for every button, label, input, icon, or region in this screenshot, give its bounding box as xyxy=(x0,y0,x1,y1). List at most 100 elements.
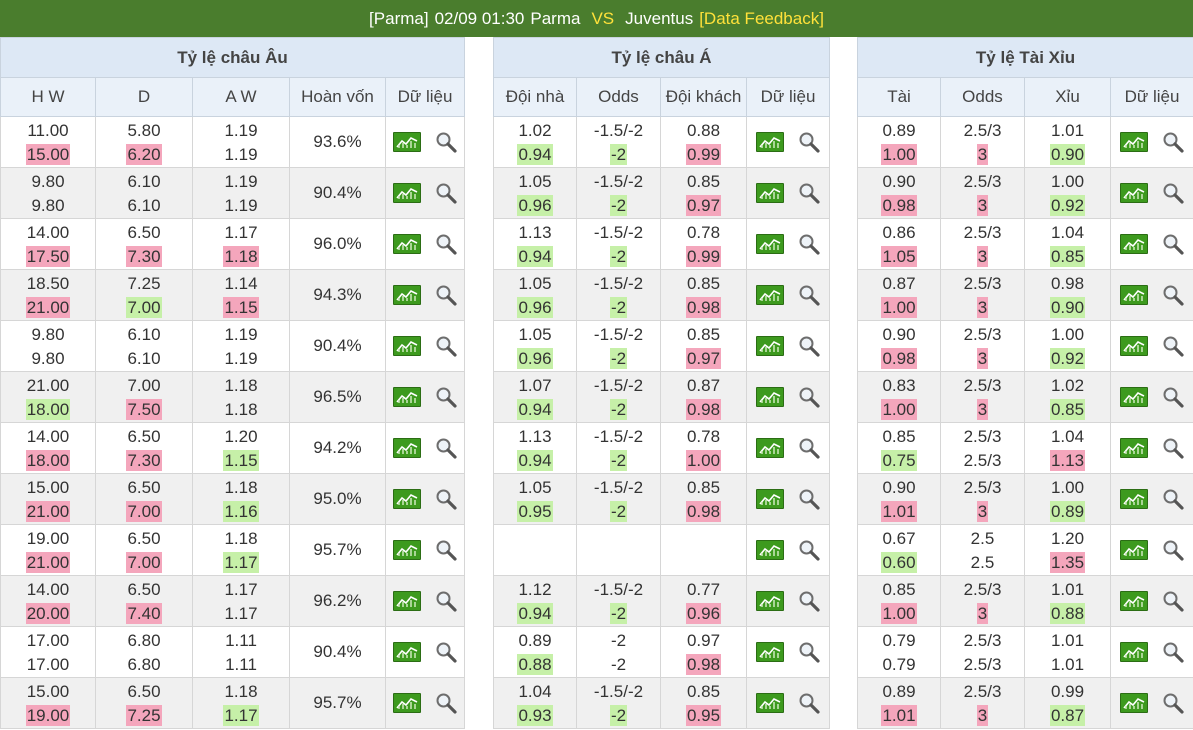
away-odds-cell: 0.85 0.97 xyxy=(660,320,747,372)
magnifier-icon[interactable] xyxy=(435,539,457,561)
data-feedback-link[interactable]: [Data Feedback] xyxy=(699,9,824,29)
draw-cell: 6.80 6.80 xyxy=(95,626,193,678)
data-tools-cell xyxy=(745,473,831,525)
magnifier-icon[interactable] xyxy=(435,233,457,255)
magnifier-icon[interactable] xyxy=(798,233,820,255)
chart-icon[interactable] xyxy=(393,285,422,305)
chart-icon[interactable] xyxy=(1120,183,1148,203)
home-win-open: 9.80 xyxy=(31,324,65,344)
return-rate: 90.4% xyxy=(289,320,386,372)
magnifier-icon[interactable] xyxy=(1162,335,1184,357)
home-odds-open: 1.07 xyxy=(518,375,552,395)
chart-icon[interactable] xyxy=(1120,285,1148,305)
magnifier-icon[interactable] xyxy=(1162,692,1184,714)
handicap-cell xyxy=(576,524,661,576)
magnifier-icon[interactable] xyxy=(435,437,457,459)
chart-icon[interactable] xyxy=(756,285,784,305)
magnifier-icon[interactable] xyxy=(1162,488,1184,510)
magnifier-icon[interactable] xyxy=(798,590,820,612)
chart-icon[interactable] xyxy=(1120,234,1148,254)
chart-icon[interactable] xyxy=(393,183,422,203)
over-odds-open: 0.85 xyxy=(882,579,916,599)
chart-icon[interactable] xyxy=(393,642,422,662)
chart-icon[interactable] xyxy=(756,387,784,407)
magnifier-icon[interactable] xyxy=(1162,386,1184,408)
chart-icon[interactable] xyxy=(393,591,422,611)
chart-icon[interactable] xyxy=(1120,132,1148,152)
chart-icon[interactable] xyxy=(756,693,784,713)
total-line-cell: 2.5/3 3 xyxy=(940,269,1025,321)
chart-icon[interactable] xyxy=(756,591,784,611)
chart-icon[interactable] xyxy=(756,642,784,662)
magnifier-icon[interactable] xyxy=(435,692,457,714)
magnifier-icon[interactable] xyxy=(435,488,457,510)
overunder-col-header: Xỉu xyxy=(1024,77,1111,117)
chart-icon[interactable] xyxy=(1120,336,1148,356)
magnifier-icon[interactable] xyxy=(435,335,457,357)
chart-icon[interactable] xyxy=(393,387,422,407)
away-win-cell: 1.18 1.17 xyxy=(192,677,290,729)
magnifier-icon[interactable] xyxy=(1162,233,1184,255)
home-win-current: 9.80 xyxy=(31,195,65,215)
chart-icon[interactable] xyxy=(756,132,784,152)
chart-icon[interactable] xyxy=(756,336,784,356)
chart-icon[interactable] xyxy=(756,234,784,254)
magnifier-icon[interactable] xyxy=(798,692,820,714)
home-win-open: 17.00 xyxy=(26,630,70,650)
total-line-cell: 2.5/3 3 xyxy=(940,677,1025,729)
away-win-cell: 1.18 1.17 xyxy=(192,524,290,576)
magnifier-icon[interactable] xyxy=(798,131,820,153)
magnifier-icon[interactable] xyxy=(435,590,457,612)
magnifier-icon[interactable] xyxy=(435,284,457,306)
magnifier-icon[interactable] xyxy=(798,641,820,663)
table-row: 1.05 0.96 -1.5/-2 -2 0.85 0.97 xyxy=(493,167,831,219)
chart-icon[interactable] xyxy=(756,438,784,458)
chart-icon[interactable] xyxy=(393,234,422,254)
chart-icon[interactable] xyxy=(393,693,422,713)
table-row: 1.05 0.96 -1.5/-2 -2 0.85 0.98 xyxy=(493,269,831,321)
chart-icon[interactable] xyxy=(1120,540,1148,560)
magnifier-icon[interactable] xyxy=(798,182,820,204)
magnifier-icon[interactable] xyxy=(1162,131,1184,153)
magnifier-icon[interactable] xyxy=(1162,590,1184,612)
chart-icon[interactable] xyxy=(1120,591,1148,611)
magnifier-icon[interactable] xyxy=(435,641,457,663)
draw-open: 6.50 xyxy=(127,681,161,701)
magnifier-icon[interactable] xyxy=(798,437,820,459)
magnifier-icon[interactable] xyxy=(798,488,820,510)
magnifier-icon[interactable] xyxy=(1162,182,1184,204)
total-line-current: 2.5/3 xyxy=(963,450,1002,470)
overunder-col-header: Odds xyxy=(940,77,1025,117)
chart-icon[interactable] xyxy=(1120,489,1148,509)
chart-icon[interactable] xyxy=(393,336,422,356)
chart-icon[interactable] xyxy=(1120,642,1148,662)
magnifier-icon[interactable] xyxy=(435,131,457,153)
chart-icon[interactable] xyxy=(1120,387,1148,407)
chart-icon[interactable] xyxy=(756,183,784,203)
league-label[interactable]: [Parma] xyxy=(369,9,429,29)
magnifier-icon[interactable] xyxy=(798,284,820,306)
chart-icon[interactable] xyxy=(1120,693,1148,713)
magnifier-icon[interactable] xyxy=(1162,284,1184,306)
handicap-open: -1.5/-2 xyxy=(593,171,644,191)
chart-icon[interactable] xyxy=(756,540,784,560)
under-odds-current: 1.13 xyxy=(1049,449,1086,471)
magnifier-icon[interactable] xyxy=(798,539,820,561)
draw-open: 6.50 xyxy=(127,222,161,242)
magnifier-icon[interactable] xyxy=(1162,437,1184,459)
home-win-current: 21.00 xyxy=(25,500,71,522)
chart-icon[interactable] xyxy=(393,132,422,152)
magnifier-icon[interactable] xyxy=(798,335,820,357)
chart-icon[interactable] xyxy=(756,489,784,509)
handicap-open: -1.5/-2 xyxy=(593,324,644,344)
chart-icon[interactable] xyxy=(393,438,422,458)
magnifier-icon[interactable] xyxy=(1162,539,1184,561)
magnifier-icon[interactable] xyxy=(435,182,457,204)
magnifier-icon[interactable] xyxy=(435,386,457,408)
chart-icon[interactable] xyxy=(1120,438,1148,458)
chart-icon[interactable] xyxy=(393,540,422,560)
magnifier-icon[interactable] xyxy=(798,386,820,408)
chart-icon[interactable] xyxy=(393,489,422,509)
magnifier-icon[interactable] xyxy=(1162,641,1184,663)
home-win-open: 19.00 xyxy=(26,528,70,548)
